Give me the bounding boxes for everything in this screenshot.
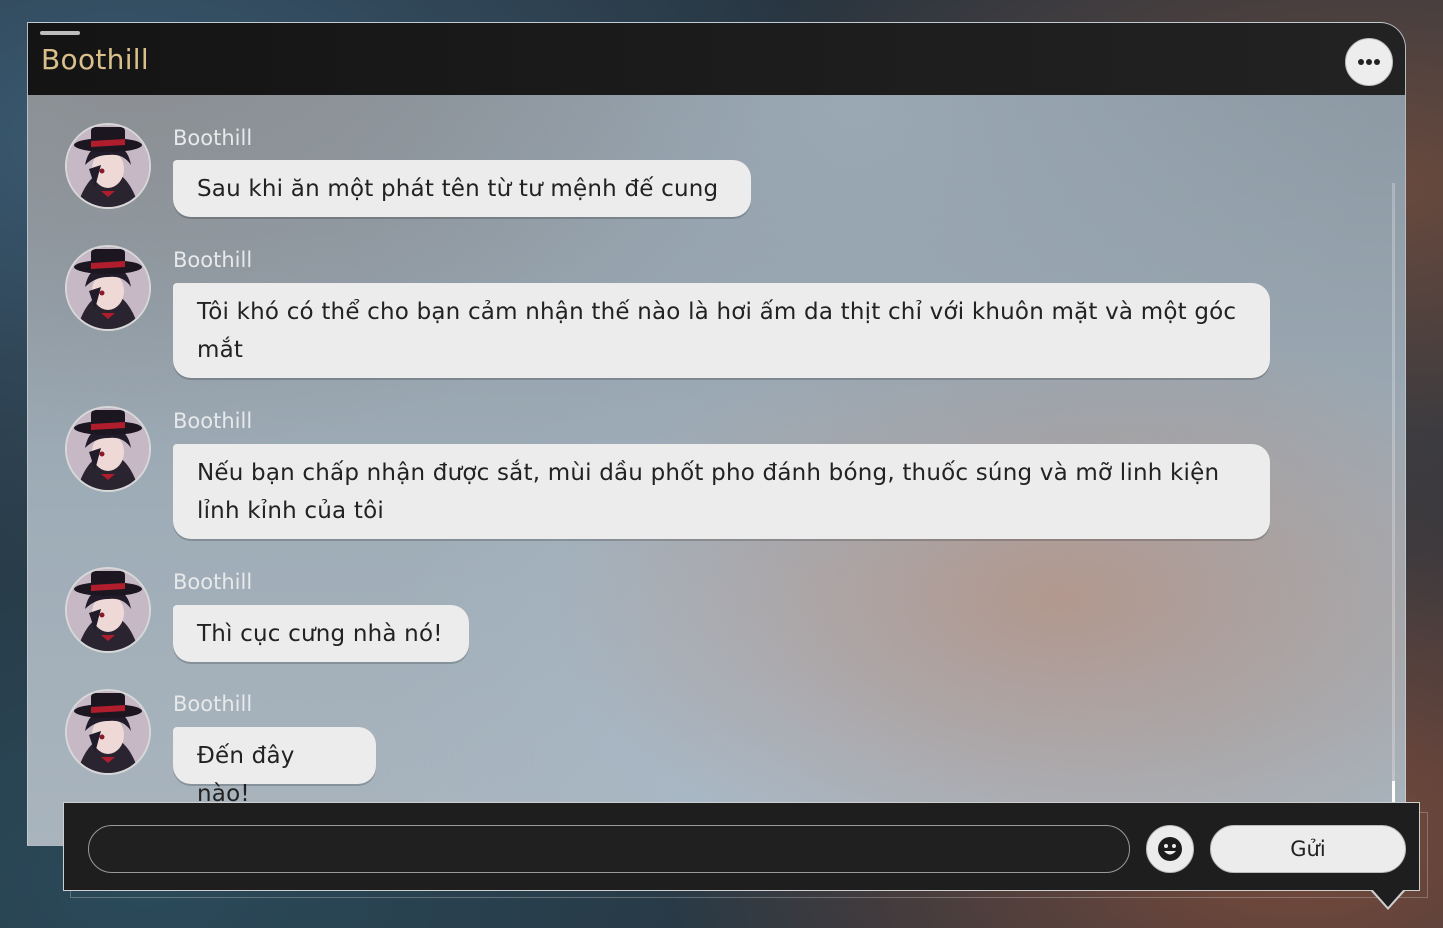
smiley-icon (1158, 837, 1182, 861)
message-bubble: Thì cục cưng nhà nó! (173, 605, 469, 662)
sender-name: Boothill (173, 126, 253, 150)
message-bubble: Tôi khó có thể cho bạn cảm nhận thế nào … (173, 283, 1270, 378)
avatar (65, 123, 151, 209)
chat-header: Boothill (28, 23, 1405, 95)
composer-panel: Gửi (63, 802, 1420, 891)
chat-title: Boothill (41, 43, 149, 76)
avatar (65, 567, 151, 653)
scrollbar[interactable] (1392, 183, 1395, 845)
message-bubble: Nếu bạn chấp nhận được sắt, mùi dầu phốt… (173, 444, 1270, 539)
avatar (65, 245, 151, 331)
chat-window: Boothill Boothill Sau khi ăn một phát tê… (27, 22, 1406, 846)
more-options-button[interactable] (1345, 38, 1393, 86)
sender-name: Boothill (173, 409, 253, 433)
more-horizontal-icon (1358, 59, 1380, 65)
sender-name: Boothill (173, 692, 253, 716)
message-input[interactable] (88, 825, 1130, 873)
composer-tail (1372, 889, 1404, 907)
sender-name: Boothill (173, 570, 253, 594)
message-list[interactable]: Boothill Sau khi ăn một phát tên từ tư m… (28, 95, 1405, 845)
sender-name: Boothill (173, 248, 253, 272)
header-dash (40, 31, 80, 35)
message-bubble: Sau khi ăn một phát tên từ tư mệnh đế cu… (173, 160, 751, 217)
emoji-button[interactable] (1146, 825, 1194, 873)
send-button[interactable]: Gửi (1210, 825, 1406, 873)
avatar (65, 689, 151, 775)
avatar (65, 406, 151, 492)
message-bubble: Đến đây nào! (173, 727, 376, 807)
